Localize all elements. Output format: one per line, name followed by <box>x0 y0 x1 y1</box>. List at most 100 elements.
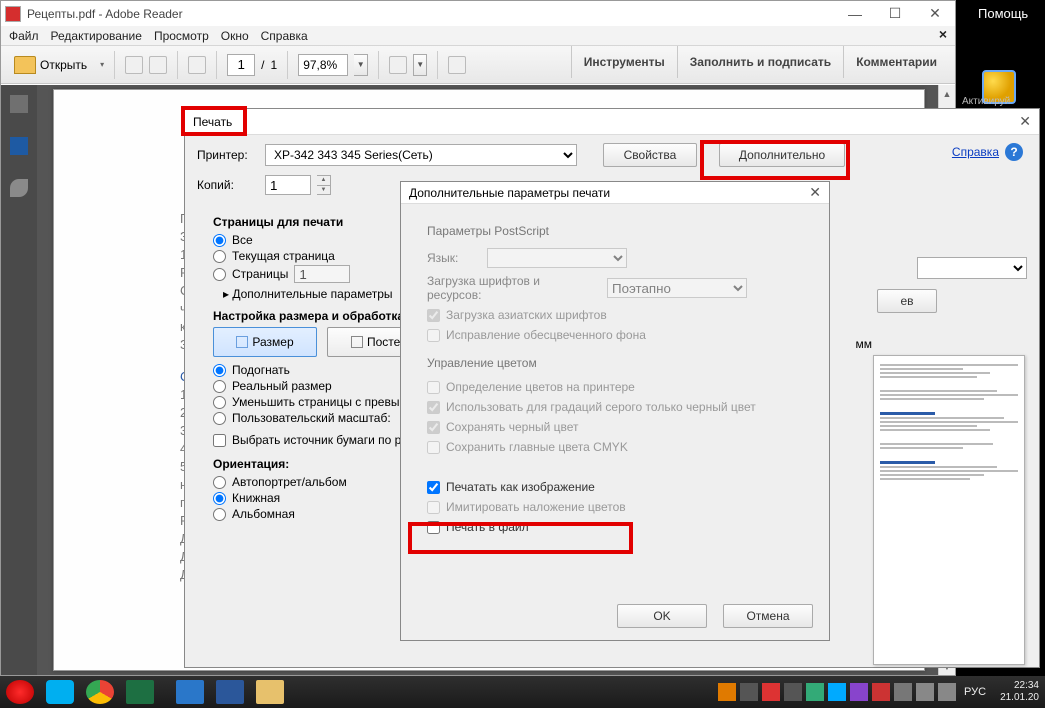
radio-fit[interactable] <box>213 364 226 377</box>
open-dropdown-arrow[interactable]: ▾ <box>100 60 104 69</box>
cancel-button[interactable]: Отмена <box>723 604 813 628</box>
radio-shrink[interactable] <box>213 396 226 409</box>
chrome-icon[interactable] <box>86 680 114 704</box>
menubar: Файл Редактирование Просмотр Окно Справк… <box>1 26 955 46</box>
zoom-percent[interactable]: 97,8% <box>298 54 348 76</box>
radio-all-pages[interactable] <box>213 234 226 247</box>
left-sidebar <box>1 85 37 675</box>
ps-fonts-select: Поэтапно <box>607 278 747 298</box>
radio-current-page[interactable] <box>213 250 226 263</box>
print-close-icon[interactable]: ✕ <box>1019 113 1031 130</box>
printer-select[interactable]: XP-342 343 345 Series(Сеть) <box>265 144 577 166</box>
copies-input[interactable] <box>265 175 311 195</box>
asian-fonts-label: Загрузка азиатских шрифтов <box>446 308 607 322</box>
tray-network-icon[interactable] <box>916 683 934 701</box>
opera-icon[interactable] <box>6 680 34 704</box>
open-button[interactable]: Открыть <box>7 53 94 77</box>
tray-icon[interactable] <box>784 683 802 701</box>
advanced-button[interactable]: Дополнительно <box>719 143 845 167</box>
radio-orient-portrait[interactable] <box>213 492 226 505</box>
copies-spinner[interactable]: ▲▼ <box>317 175 331 195</box>
page-current-input[interactable] <box>227 54 255 76</box>
excel-icon[interactable] <box>126 680 154 704</box>
fit-dropdown[interactable]: ▼ <box>413 54 427 76</box>
print-as-image-label: Печатать как изображение <box>446 480 595 494</box>
close-button[interactable]: ✕ <box>915 1 955 26</box>
fit-width-icon[interactable] <box>389 56 407 74</box>
postscript-section-label: Параметры PostScript <box>427 224 803 238</box>
toolbar: Открыть ▾ / 1 97,8% ▼ ▼ Инструменты Запо… <box>1 46 955 84</box>
ok-button[interactable]: OK <box>617 604 707 628</box>
page-total: 1 <box>271 58 278 72</box>
fix-bg-checkbox <box>427 329 440 342</box>
thumbnails-icon[interactable] <box>10 95 28 113</box>
tray-icon[interactable] <box>740 683 758 701</box>
fix-bg-label: Исправление обесцвеченного фона <box>446 328 646 342</box>
print-as-image-checkbox[interactable] <box>427 481 440 494</box>
color-section-label: Управление цветом <box>427 356 803 370</box>
radio-orient-landscape[interactable] <box>213 508 226 521</box>
search-icon[interactable] <box>176 680 204 704</box>
seg-size[interactable]: Размер <box>213 327 317 357</box>
toolbar-icon-2[interactable] <box>149 56 167 74</box>
print-help-link[interactable]: Справка <box>952 145 999 159</box>
paper-source-checkbox[interactable] <box>213 434 226 447</box>
bookmark-icon[interactable] <box>10 137 28 155</box>
doc-close-x[interactable]: × <box>939 26 947 42</box>
toolbar-icon-3[interactable] <box>188 56 206 74</box>
advanced-title-label: Дополнительные параметры печати <box>409 186 610 200</box>
menu-window[interactable]: Окно <box>221 29 249 43</box>
menu-file[interactable]: Файл <box>9 29 39 43</box>
toolbar-icon-1[interactable] <box>125 56 143 74</box>
tray-icon[interactable] <box>806 683 824 701</box>
minimize-button[interactable]: — <box>835 1 875 26</box>
print-title-label: Печать <box>193 115 232 129</box>
scroll-up-arrow[interactable]: ▲ <box>939 85 955 102</box>
menu-edit[interactable]: Редактирование <box>51 29 142 43</box>
tools-button[interactable]: Инструменты <box>571 46 677 78</box>
tray-icon[interactable] <box>850 683 868 701</box>
menu-help[interactable]: Справка <box>261 29 308 43</box>
copies-label: Копий: <box>197 178 259 192</box>
preview-select[interactable] <box>917 257 1027 279</box>
tray-volume-icon[interactable] <box>938 683 956 701</box>
explorer-icon[interactable] <box>256 680 284 704</box>
advanced-close-icon[interactable]: ✕ <box>809 184 821 201</box>
radio-real[interactable] <box>213 380 226 393</box>
preview-ev-button[interactable]: ев <box>877 289 937 313</box>
tray-icon[interactable] <box>828 683 846 701</box>
attachment-icon[interactable] <box>10 179 28 197</box>
skype-icon[interactable] <box>46 680 74 704</box>
taskbar-clock[interactable]: 22:34 21.01.20 <box>994 680 1039 704</box>
pages-input[interactable] <box>294 265 350 283</box>
print-help-icon[interactable]: ? <box>1005 143 1023 161</box>
zoom-dropdown[interactable]: ▼ <box>354 54 368 76</box>
tray-icon[interactable] <box>872 683 890 701</box>
radio-custom-scale[interactable] <box>213 412 226 425</box>
tray-icon[interactable] <box>718 683 736 701</box>
label-pages: Страницы <box>232 267 288 281</box>
word-icon[interactable] <box>216 680 244 704</box>
ps-lang-label: Язык: <box>427 251 477 265</box>
preview-sheet <box>873 355 1025 665</box>
folder-icon <box>14 56 36 74</box>
radio-pages[interactable] <box>213 268 226 281</box>
read-mode-icon[interactable] <box>448 56 466 74</box>
tray-icon[interactable] <box>894 683 912 701</box>
label-custom-scale: Пользовательский масштаб: <box>232 411 391 425</box>
label-all: Все <box>232 233 253 247</box>
label-orient-auto: Автопортрет/альбом <box>232 475 347 489</box>
fill-sign-button[interactable]: Заполнить и подписать <box>677 46 843 78</box>
menu-view[interactable]: Просмотр <box>154 29 209 43</box>
comments-button[interactable]: Комментарии <box>843 46 949 78</box>
taskbar: РУС 22:34 21.01.20 <box>0 676 1045 708</box>
taskbar-lang[interactable]: РУС <box>960 686 990 698</box>
tray-icon[interactable] <box>762 683 780 701</box>
label-real: Реальный размер <box>232 379 332 393</box>
print-to-file-checkbox[interactable] <box>427 521 440 534</box>
advanced-dialog-titlebar: Дополнительные параметры печати ✕ <box>401 182 829 204</box>
properties-button[interactable]: Свойства <box>603 143 697 167</box>
radio-orient-auto[interactable] <box>213 476 226 489</box>
paper-source-label: Выбрать источник бумаги по p <box>232 433 401 447</box>
maximize-button[interactable]: ☐ <box>875 1 915 26</box>
